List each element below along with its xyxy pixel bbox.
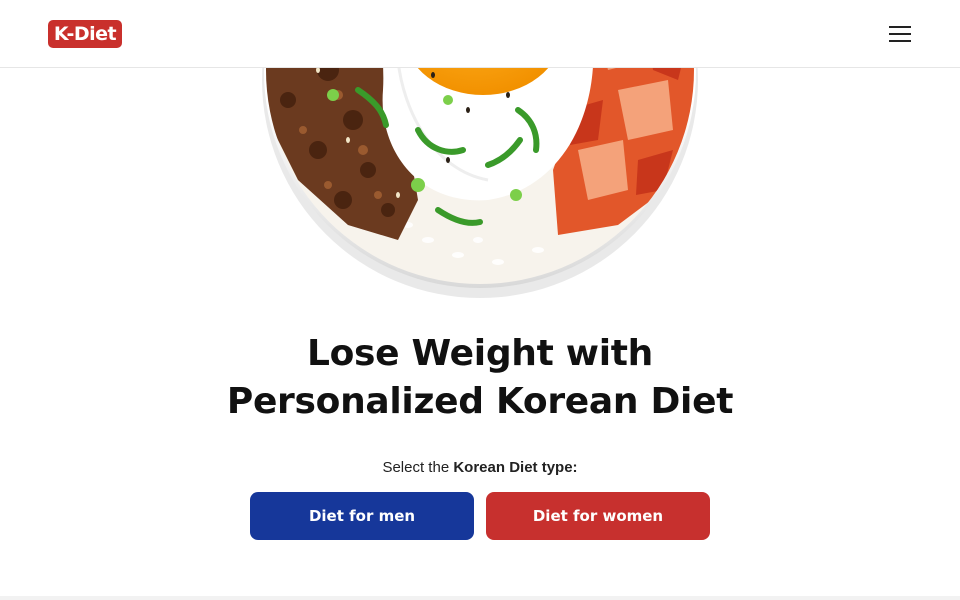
diet-for-men-button[interactable]: Diet for men	[250, 492, 474, 540]
hero-headline: Lose Weight with Personalized Korean Die…	[200, 330, 760, 426]
site-header: K-Diet	[0, 0, 960, 68]
diet-type-prompt: Select the Korean Diet type:	[200, 459, 760, 476]
diet-for-women-button[interactable]: Diet for women	[486, 492, 710, 540]
page-bottom-divider	[0, 596, 960, 600]
hamburger-menu-icon[interactable]	[886, 22, 914, 46]
headline-line-1: Lose Weight with	[306, 333, 653, 374]
headline-line-2: Personalized Korean Diet	[226, 381, 734, 422]
prompt-prefix: Select the	[382, 459, 454, 476]
prompt-emphasis: Korean Diet type:	[453, 459, 578, 476]
logo-text: K-Diet	[53, 22, 117, 45]
k-diet-logo[interactable]: K-Diet	[48, 20, 122, 48]
